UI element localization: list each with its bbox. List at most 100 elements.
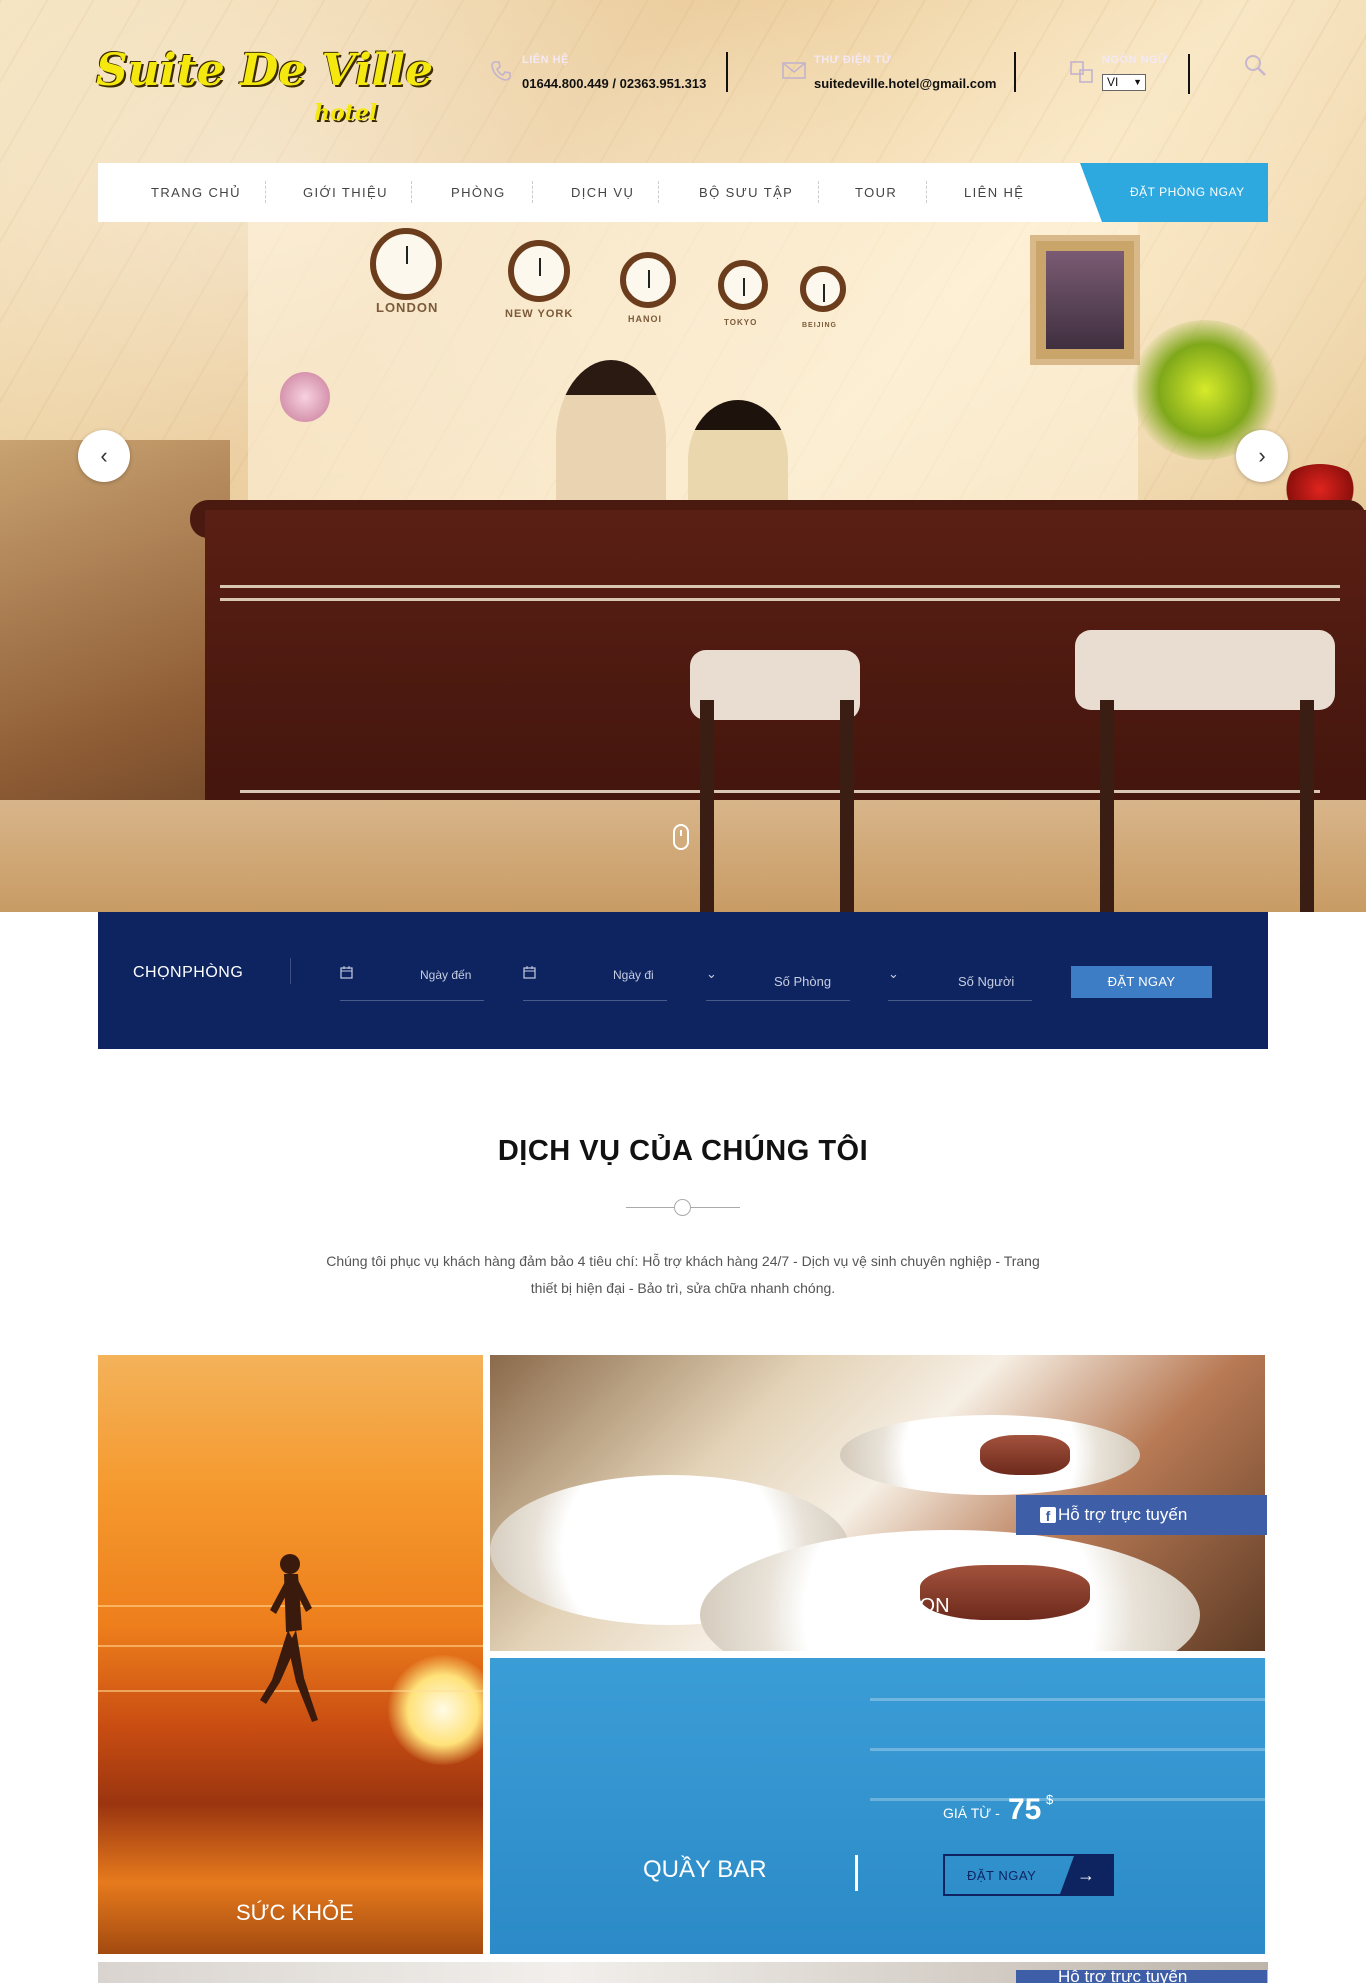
hero-slider: LONDON NEW YORK HANOI TOKYO BEIJING ‹ › <box>0 0 1366 912</box>
orchid-plant-left <box>280 372 330 422</box>
wall-painting <box>1030 235 1140 365</box>
bar-price-currency: $ <box>1046 1792 1054 1807</box>
nav-divider <box>265 181 266 203</box>
calendar-icon <box>340 966 353 982</box>
mail-icon <box>782 60 806 86</box>
nav-divider <box>926 181 927 203</box>
nav-item-contact[interactable]: LIÊN HỆ <box>964 163 1024 222</box>
slider-next-button[interactable]: › <box>1236 430 1288 482</box>
nav-item-home[interactable]: TRANG CHỦ <box>151 163 241 222</box>
language-icon <box>1070 60 1094 90</box>
booking-divider <box>290 958 291 984</box>
header-email: THƯ ĐIỆN TỬ suitedeville.hotel@gmail.com <box>782 52 1022 98</box>
language-selected-value: VI <box>1107 75 1119 89</box>
nav-item-gallery[interactable]: BỘ SƯU TẬP <box>699 163 793 222</box>
wall-clock-newyork <box>508 240 570 302</box>
chevron-down-icon: ⌄ <box>888 966 899 981</box>
logo-wordmark: Suite De Ville <box>96 45 434 96</box>
bar-book-button-label: ĐẶT NGAY <box>967 1868 1037 1883</box>
departure-date-placeholder: Ngày đi <box>613 968 654 982</box>
header-separator <box>1014 52 1016 92</box>
departure-date-field[interactable]: Ngày đi <box>523 960 667 1001</box>
bar-stool-leg <box>1100 700 1114 912</box>
nav-divider <box>532 181 533 203</box>
counter-stripe <box>220 598 1340 601</box>
bar-stool-leg <box>840 700 854 912</box>
online-support-label: Hỗ trợ trực tuyến <box>1058 1505 1188 1524</box>
nav-item-about[interactable]: GIỚI THIỆU <box>303 163 388 222</box>
counter-stripe <box>220 585 1340 588</box>
bar-book-button[interactable]: ĐẶT NGAY → <box>943 1854 1114 1896</box>
booking-form: CHỌNPHÒNG Ngày đến Ngày đi ⌄ Số Phòng ⌄ … <box>98 912 1268 1049</box>
phone-label: LIÊN HỆ <box>522 54 569 66</box>
services-description: Chúng tôi phục vụ khách hàng đảm bảo 4 t… <box>326 1253 1040 1296</box>
phone-value[interactable]: 01644.800.449 / 02363.951.313 <box>522 76 706 91</box>
roast-meat <box>980 1435 1070 1475</box>
dropdown-arrow-icon: ▼ <box>1133 77 1142 87</box>
guests-placeholder: Số Người <box>958 974 1015 989</box>
header-separator <box>726 52 728 92</box>
wall-clock-hanoi <box>620 252 676 308</box>
arrival-date-field[interactable]: Ngày đến <box>340 960 484 1001</box>
nav-item-tour[interactable]: TOUR <box>855 163 897 222</box>
food-label: BỮA ĂN NGON <box>808 1595 950 1617</box>
wall-clock-tokyo <box>718 260 768 310</box>
language-label: NGÔN NGỮ <box>1102 54 1168 66</box>
bar-price-value: 75 <box>1008 1793 1042 1826</box>
service-tile-health[interactable]: SỨC KHỎE <box>98 1355 483 1954</box>
service-tile-bar[interactable]: QUẦY BAR GIÁ TỪ - 75 $ ĐẶT NGAY → <box>490 1658 1265 1954</box>
email-label: THƯ ĐIỆN TỬ <box>814 54 892 66</box>
header-phone: LIÊN HỆ 01644.800.449 / 02363.951.313 <box>490 52 730 98</box>
guests-select[interactable]: ⌄ Số Người <box>888 960 1032 1001</box>
bar-stool-leg <box>700 700 714 912</box>
bar-stool-right <box>1075 630 1335 710</box>
nav-item-services[interactable]: DỊCH VỤ <box>571 163 634 222</box>
rooms-placeholder: Số Phòng <box>774 974 832 989</box>
online-support-label: Hỗ trợ trực tuyến <box>1058 1970 1188 1983</box>
scroll-down-mouse-icon[interactable] <box>673 824 689 850</box>
arrow-right-icon: → <box>1060 1856 1112 1894</box>
bar-shelf <box>870 1748 1265 1751</box>
language-select[interactable]: VI ▼ <box>1102 74 1146 91</box>
facebook-icon: f <box>1040 1507 1056 1524</box>
nav-divider <box>818 181 819 203</box>
clock-label-tokyo: TOKYO <box>724 318 758 327</box>
rooms-select[interactable]: ⌄ Số Phòng <box>706 960 850 1001</box>
services-title: DỊCH VỤ CỦA CHÚNG TÔI <box>497 1135 869 1167</box>
clock-label-beijing: BEIJING <box>802 322 838 329</box>
clock-label-newyork: NEW YORK <box>505 308 574 320</box>
booking-title: CHỌNPHÒNG <box>133 964 244 981</box>
wall-clock-beijing <box>800 266 846 312</box>
header-language: NGÔN NGỮ VI ▼ <box>1070 52 1190 98</box>
nav-divider <box>658 181 659 203</box>
search-icon[interactable] <box>1244 54 1266 76</box>
nav-divider <box>411 181 412 203</box>
header-separator <box>1188 54 1190 94</box>
bar-label: QUẦY BAR <box>643 1856 767 1883</box>
email-value[interactable]: suitedeville.hotel@gmail.com <box>814 76 996 91</box>
slider-prev-button[interactable]: ‹ <box>78 430 130 482</box>
title-ornament-circle <box>674 1199 691 1216</box>
phone-icon <box>490 60 512 88</box>
receptionist-male <box>556 360 666 520</box>
counter-stripe <box>240 790 1320 793</box>
sunset-sun <box>388 1655 483 1765</box>
calendar-icon <box>523 966 536 982</box>
online-support-button[interactable]: f Hỗ trợ trực tuyến <box>1016 1495 1267 1535</box>
bar-shelf <box>870 1698 1265 1701</box>
nav-item-rooms[interactable]: PHÒNG <box>451 163 506 222</box>
health-label: SỨC KHỎE <box>236 1900 354 1925</box>
bar-divider <box>855 1855 858 1891</box>
bar-price-label: GIÁ TỪ - <box>943 1805 1000 1821</box>
bar-shelf <box>870 1798 1265 1801</box>
online-support-button[interactable]: Hỗ trợ trực tuyến <box>1016 1970 1267 1983</box>
book-now-cta-label[interactable]: ĐẶT PHÒNG NGAY <box>1130 163 1245 222</box>
site-logo[interactable]: Suite De Ville hotel <box>96 45 433 126</box>
arrival-date-placeholder: Ngày đến <box>420 968 472 982</box>
bar-stool-leg <box>1300 700 1314 912</box>
booking-submit-button[interactable]: ĐẶT NGAY <box>1071 966 1212 998</box>
bar-stool-left <box>690 650 860 720</box>
logo-subtitle: hotel <box>314 100 378 126</box>
floor <box>0 800 1366 912</box>
clock-label-hanoi: HANOI <box>628 314 662 324</box>
